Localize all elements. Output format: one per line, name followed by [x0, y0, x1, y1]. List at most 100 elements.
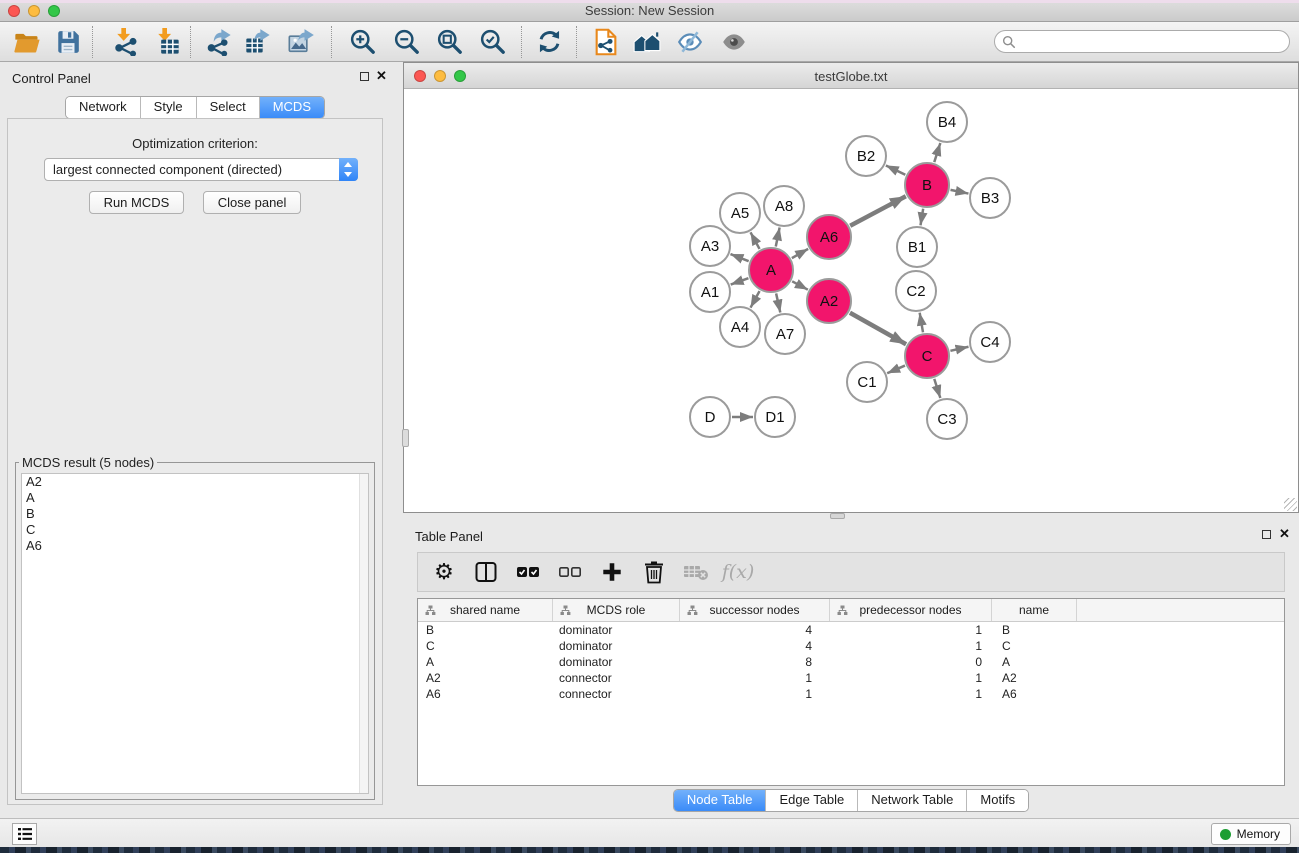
float-table-panel-button[interactable] — [1262, 530, 1271, 539]
zoom-fit-button[interactable] — [434, 26, 464, 58]
horizontal-splitter[interactable] — [390, 513, 1299, 520]
criterion-select[interactable]: largest connected component (directed) — [44, 158, 358, 181]
table-row[interactable]: Bdominator41B — [418, 622, 1284, 638]
close-table-panel-button[interactable]: ✕ — [1279, 526, 1290, 542]
open-session-button[interactable] — [12, 26, 42, 58]
export-image-button[interactable] — [286, 26, 316, 58]
table-cell[interactable]: B — [418, 623, 553, 637]
table-row[interactable]: A2connector11A2 — [418, 670, 1284, 686]
table-cell[interactable]: A — [418, 655, 553, 669]
show-columns-button[interactable] — [472, 557, 500, 587]
result-item[interactable]: A6 — [22, 538, 368, 554]
tab-node-table[interactable]: Node Table — [674, 790, 767, 811]
table-cell[interactable]: 1 — [680, 687, 830, 701]
table-cell[interactable]: C — [992, 639, 1077, 653]
table-cell[interactable]: C — [418, 639, 553, 653]
task-history-button[interactable] — [12, 823, 37, 845]
table-cell[interactable]: 0 — [830, 655, 992, 669]
column-header-name[interactable]: name — [992, 599, 1077, 621]
table-settings-button[interactable]: ⚙ — [430, 557, 458, 587]
column-header-predecessor-nodes[interactable]: predecessor nodes — [830, 599, 992, 621]
select-all-button[interactable] — [514, 557, 542, 587]
tab-edge-table[interactable]: Edge Table — [766, 790, 858, 811]
table-cell[interactable]: 1 — [830, 639, 992, 653]
export-network-button[interactable] — [204, 26, 234, 58]
tab-select[interactable]: Select — [197, 97, 260, 118]
run-mcds-button[interactable]: Run MCDS — [89, 191, 185, 214]
graph-edge-B-B4[interactable] — [934, 143, 940, 162]
graph-edge-A-A8[interactable] — [776, 228, 780, 247]
table-row[interactable]: Adominator80A — [418, 654, 1284, 670]
window-resize-grip[interactable] — [1284, 498, 1297, 511]
tab-network-table[interactable]: Network Table — [858, 790, 967, 811]
search-input[interactable] — [1020, 33, 1289, 51]
graph-edge-C-C2[interactable] — [920, 313, 923, 333]
function-builder-button[interactable]: f(x) — [724, 557, 752, 587]
table-cell[interactable]: dominator — [553, 623, 680, 637]
graph-edge-B-B3[interactable] — [951, 190, 969, 194]
table-cell[interactable]: dominator — [553, 639, 680, 653]
table-cell[interactable]: A — [992, 655, 1077, 669]
column-header-mcds-role[interactable]: MCDS role — [553, 599, 680, 621]
column-header-shared-name[interactable]: shared name — [418, 599, 553, 621]
result-scrollbar[interactable] — [359, 474, 368, 793]
import-network-button[interactable] — [111, 26, 141, 58]
left-splitter-grip[interactable] — [402, 429, 409, 447]
refresh-button[interactable] — [534, 26, 564, 58]
result-item[interactable]: C — [22, 522, 368, 538]
table-cell[interactable]: dominator — [553, 655, 680, 669]
table-cell[interactable]: A6 — [418, 687, 553, 701]
graph-edge-C-C3[interactable] — [934, 379, 940, 398]
table-cell[interactable]: connector — [553, 687, 680, 701]
zoom-in-button[interactable] — [347, 26, 377, 58]
tab-network[interactable]: Network — [66, 97, 141, 118]
home-button[interactable] — [632, 26, 662, 58]
table-cell[interactable]: 1 — [830, 687, 992, 701]
show-all-button[interactable] — [719, 26, 749, 58]
graph-edge-C-C1[interactable] — [887, 366, 905, 374]
deselect-all-button[interactable] — [556, 557, 584, 587]
graph-edge-A-A3[interactable] — [730, 254, 748, 261]
graph-edge-A6-B[interactable] — [850, 196, 906, 226]
float-panel-button[interactable] — [360, 72, 369, 81]
table-cell[interactable]: 4 — [680, 623, 830, 637]
graph-edge-B-B1[interactable] — [921, 209, 924, 226]
tab-mcds[interactable]: MCDS — [260, 97, 324, 118]
zoom-selected-button[interactable] — [477, 26, 507, 58]
close-panel-icon-button[interactable]: ✕ — [376, 68, 387, 84]
graph-edge-A-A2[interactable] — [792, 281, 808, 289]
column-header-successor-nodes[interactable]: successor nodes — [680, 599, 830, 621]
graph-edge-A-A6[interactable] — [792, 249, 808, 258]
add-column-button[interactable] — [598, 557, 626, 587]
table-cell[interactable]: connector — [553, 671, 680, 685]
import-table-button[interactable] — [152, 26, 182, 58]
table-cell[interactable]: B — [992, 623, 1077, 637]
graph-edge-A-A7[interactable] — [776, 293, 780, 312]
memory-button[interactable]: Memory — [1211, 823, 1291, 845]
result-item[interactable]: A2 — [22, 474, 368, 490]
table-row[interactable]: Cdominator41C — [418, 638, 1284, 654]
table-row[interactable]: A6connector11A6 — [418, 686, 1284, 702]
zoom-out-button[interactable] — [391, 26, 421, 58]
graph-edge-A-A4[interactable] — [751, 291, 760, 308]
graph-edge-C-C4[interactable] — [950, 347, 968, 351]
result-item[interactable]: A — [22, 490, 368, 506]
tab-style[interactable]: Style — [141, 97, 197, 118]
table-cell[interactable]: 8 — [680, 655, 830, 669]
table-cell[interactable]: 1 — [830, 671, 992, 685]
close-panel-button[interactable]: Close panel — [203, 191, 302, 214]
table-cell[interactable]: 1 — [680, 671, 830, 685]
table-cell[interactable]: A6 — [992, 687, 1077, 701]
result-item[interactable]: B — [22, 506, 368, 522]
search-box[interactable] — [994, 30, 1290, 53]
tab-motifs[interactable]: Motifs — [967, 790, 1028, 811]
mcds-result-list[interactable]: A2ABCA6 — [21, 473, 369, 794]
graph-edge-A2-C[interactable] — [850, 313, 906, 345]
graph-edge-A-A5[interactable] — [751, 232, 760, 249]
network-graph[interactable]: AA6A2BCA1A3A4A5A7A8B1B2B3B4C1C2C3C4DD1 — [404, 89, 1298, 512]
graph-edge-A-A1[interactable] — [731, 278, 749, 284]
export-table-button[interactable] — [243, 26, 273, 58]
save-session-button[interactable] — [53, 26, 83, 58]
table-cell[interactable]: 4 — [680, 639, 830, 653]
graph-edge-B-B2[interactable] — [886, 165, 905, 174]
